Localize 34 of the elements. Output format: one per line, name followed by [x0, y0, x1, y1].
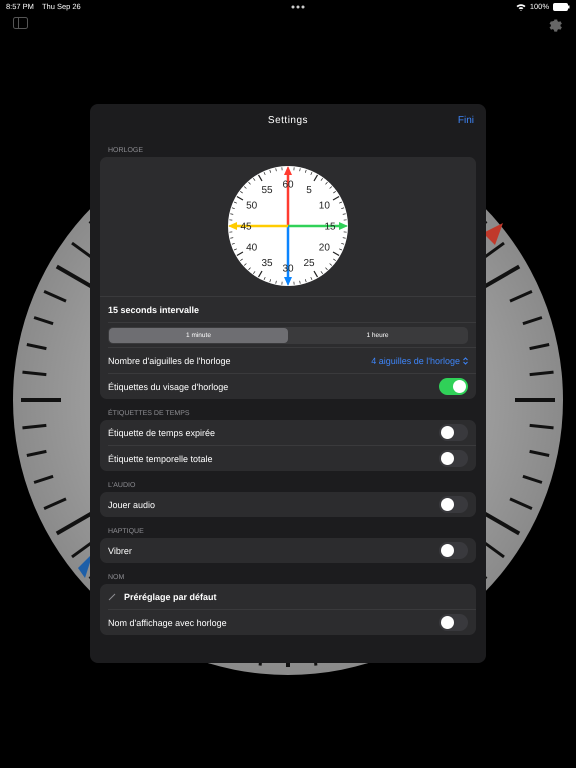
- toggle-switch[interactable]: [439, 450, 468, 467]
- toggle-switch[interactable]: [439, 496, 468, 513]
- clock-number: 40: [246, 242, 258, 254]
- wifi-icon: [516, 2, 526, 10]
- row-label: Nom d'affichage avec horloge: [108, 618, 227, 628]
- sidebar-icon[interactable]: [13, 17, 28, 29]
- row-label: Étiquette de temps expirée: [108, 428, 216, 438]
- row-label: Jouer audio: [108, 500, 156, 510]
- clock-number: 50: [246, 200, 258, 212]
- more-dots-icon: [291, 4, 306, 8]
- toggle-switch[interactable]: [439, 378, 468, 395]
- pencil-icon: [108, 592, 116, 600]
- toggle-switch[interactable]: [439, 424, 468, 441]
- clock-number: 10: [318, 200, 330, 212]
- done-button[interactable]: Fini: [458, 114, 474, 126]
- clock-number: 55: [261, 185, 273, 196]
- row-label: Vibrer: [108, 546, 132, 556]
- clock-number: 5: [306, 185, 312, 196]
- chevron-up-down-icon: [463, 356, 468, 364]
- row-label: Étiquette temporelle totale: [108, 454, 213, 464]
- clock-number: 25: [303, 258, 315, 269]
- toggle-switch[interactable]: [439, 614, 468, 631]
- battery-icon: [553, 2, 570, 10]
- row-label: Étiquettes du visage d'horloge: [108, 382, 228, 392]
- clock-hand-tip: [483, 223, 503, 245]
- interval-title: 15 seconds intervalle: [108, 304, 200, 314]
- picker-button[interactable]: 4 aiguilles de l'horloge: [371, 356, 468, 366]
- preset-name: Préréglage par défaut: [124, 592, 217, 602]
- clock-number: 35: [261, 258, 273, 269]
- row-label: Nombre d'aiguilles de l'horloge: [108, 356, 231, 366]
- sheet-title: Settings: [268, 114, 308, 126]
- clock-number: 20: [318, 242, 330, 254]
- toggle-switch[interactable]: [439, 542, 468, 559]
- settings-icon[interactable]: [547, 17, 564, 34]
